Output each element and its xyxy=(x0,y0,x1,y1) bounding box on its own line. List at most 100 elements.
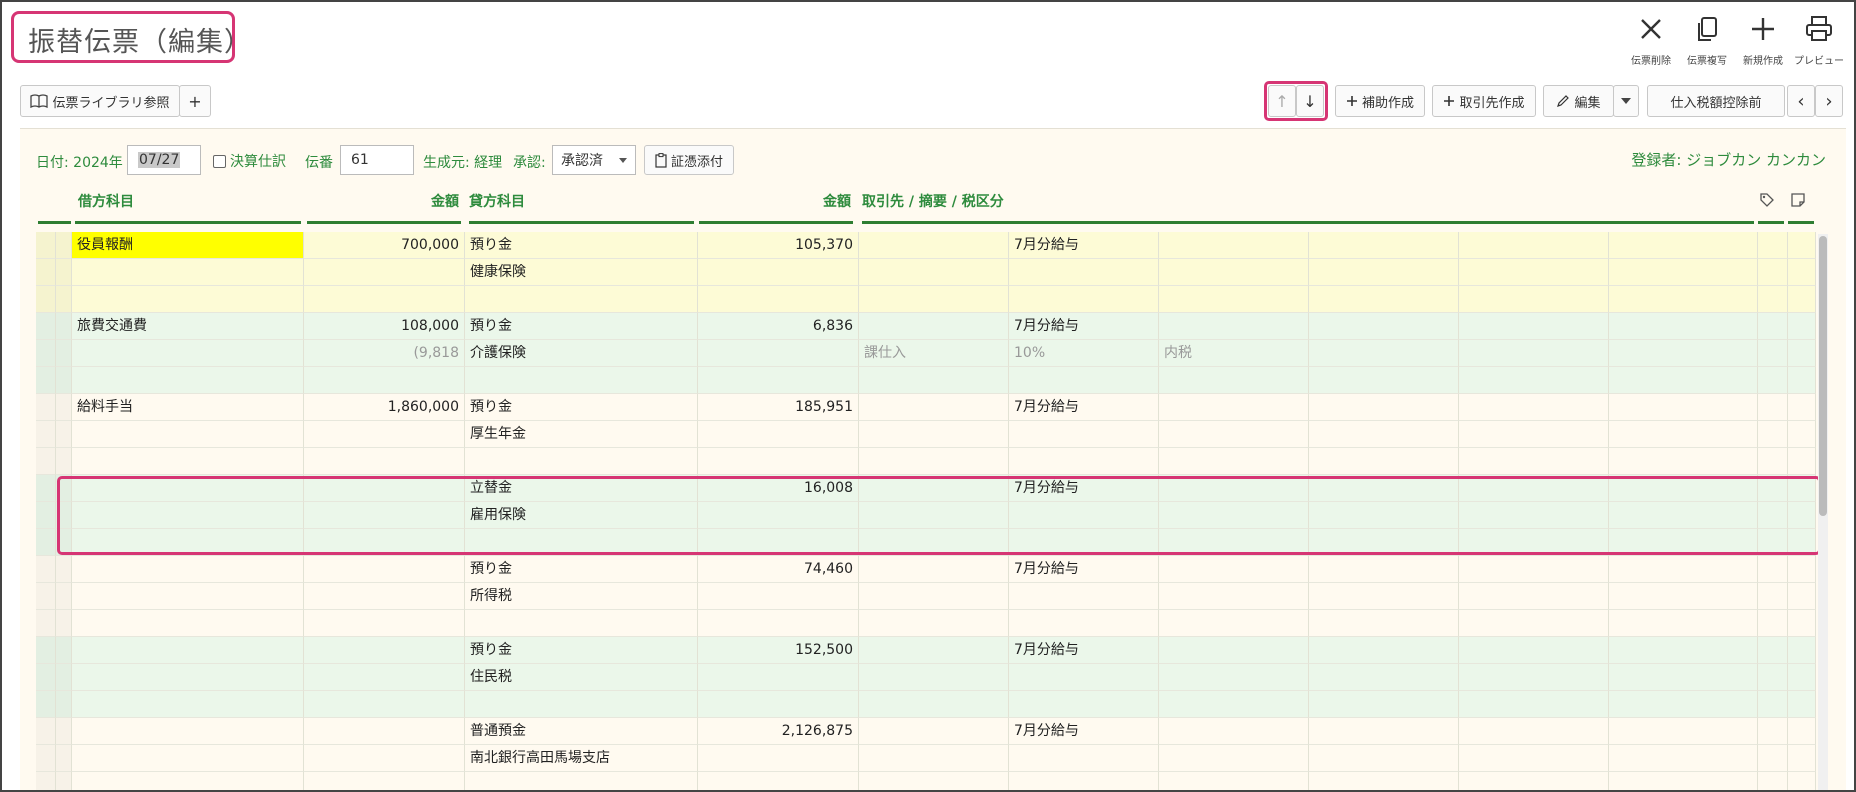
extra-cell-3[interactable] xyxy=(1609,556,1758,583)
tax-calc-cell[interactable] xyxy=(1159,637,1309,664)
extra-cell-3[interactable] xyxy=(1609,394,1758,421)
tax-calc-cell[interactable] xyxy=(1159,664,1309,691)
extra-cell-1[interactable] xyxy=(1309,610,1459,637)
debit-account-cell[interactable] xyxy=(72,556,304,583)
credit-account-cell[interactable]: 住民税 xyxy=(465,664,698,691)
credit-account-cell[interactable]: 普通預金 xyxy=(465,718,698,745)
debit-account-cell[interactable] xyxy=(72,745,304,772)
credit-amount-cell[interactable] xyxy=(698,610,859,637)
credit-amount-cell[interactable] xyxy=(698,745,859,772)
tax-calc-cell[interactable] xyxy=(1159,502,1309,529)
extra-cell-3[interactable] xyxy=(1609,610,1758,637)
approval-select[interactable]: 承認済 xyxy=(552,145,636,175)
extra-cell-1[interactable] xyxy=(1309,502,1459,529)
debit-account-cell[interactable]: 役員報酬 xyxy=(72,232,304,259)
credit-account-cell[interactable] xyxy=(465,529,698,556)
voucher-library-button[interactable]: 伝票ライブラリ参照 xyxy=(20,85,180,117)
extra-cell-3[interactable] xyxy=(1609,448,1758,475)
tax-calc-cell[interactable] xyxy=(1159,313,1309,340)
debit-amount-cell[interactable] xyxy=(304,772,465,790)
debit-amount-cell[interactable] xyxy=(304,745,465,772)
credit-amount-cell[interactable] xyxy=(698,421,859,448)
tax-calc-cell[interactable] xyxy=(1159,529,1309,556)
memo-cell[interactable] xyxy=(1009,529,1159,556)
partner-cell[interactable] xyxy=(859,610,1009,637)
partner-cell[interactable]: 課仕入 xyxy=(859,340,1009,367)
credit-amount-cell[interactable] xyxy=(698,367,859,394)
extra-cell-2[interactable] xyxy=(1459,502,1609,529)
credit-account-cell[interactable] xyxy=(465,772,698,790)
partner-cell[interactable] xyxy=(859,502,1009,529)
extra-cell-2[interactable] xyxy=(1459,745,1609,772)
edit-dropdown-button[interactable] xyxy=(1613,85,1639,117)
extra-cell-2[interactable] xyxy=(1459,475,1609,502)
tax-calc-cell[interactable]: 内税 xyxy=(1159,340,1309,367)
extra-cell-3[interactable] xyxy=(1609,718,1758,745)
credit-amount-cell[interactable]: 152,500 xyxy=(698,637,859,664)
debit-account-cell[interactable] xyxy=(72,286,304,313)
memo-cell[interactable]: 7月分給与 xyxy=(1009,637,1159,664)
debit-amount-cell[interactable] xyxy=(304,664,465,691)
extra-cell-3[interactable] xyxy=(1609,745,1758,772)
extra-cell-3[interactable] xyxy=(1609,340,1758,367)
memo-cell[interactable] xyxy=(1009,367,1159,394)
credit-account-cell[interactable]: 所得税 xyxy=(465,583,698,610)
credit-account-cell[interactable]: 立替金 xyxy=(465,475,698,502)
tax-calc-cell[interactable] xyxy=(1159,475,1309,502)
extra-cell-1[interactable] xyxy=(1309,421,1459,448)
partner-cell[interactable] xyxy=(859,556,1009,583)
tax-calc-cell[interactable] xyxy=(1159,259,1309,286)
extra-cell-3[interactable] xyxy=(1609,286,1758,313)
credit-amount-cell[interactable]: 185,951 xyxy=(698,394,859,421)
tax-calc-cell[interactable] xyxy=(1159,448,1309,475)
credit-amount-cell[interactable]: 74,460 xyxy=(698,556,859,583)
tax-calc-cell[interactable] xyxy=(1159,556,1309,583)
memo-cell[interactable]: 7月分給与 xyxy=(1009,556,1159,583)
credit-account-cell[interactable]: 雇用保険 xyxy=(465,502,698,529)
tax-calc-cell[interactable] xyxy=(1159,610,1309,637)
partner-create-button[interactable]: 取引先作成 xyxy=(1432,85,1536,117)
credit-account-cell[interactable]: 預り金 xyxy=(465,394,698,421)
credit-account-cell[interactable]: 健康保険 xyxy=(465,259,698,286)
edit-button[interactable]: 編集 xyxy=(1543,85,1614,117)
extra-cell-2[interactable] xyxy=(1459,313,1609,340)
extra-cell-1[interactable] xyxy=(1309,367,1459,394)
credit-account-cell[interactable]: 預り金 xyxy=(465,313,698,340)
memo-cell[interactable]: 7月分給与 xyxy=(1009,475,1159,502)
debit-account-cell[interactable] xyxy=(72,340,304,367)
debit-account-cell[interactable] xyxy=(72,475,304,502)
memo-cell[interactable] xyxy=(1009,502,1159,529)
memo-cell[interactable] xyxy=(1009,421,1159,448)
memo-cell[interactable]: 7月分給与 xyxy=(1009,313,1159,340)
debit-amount-cell[interactable] xyxy=(304,637,465,664)
extra-cell-1[interactable] xyxy=(1309,286,1459,313)
extra-cell-3[interactable] xyxy=(1609,421,1758,448)
debit-account-cell[interactable] xyxy=(72,691,304,718)
note-icon[interactable] xyxy=(1790,192,1806,212)
tax-deduction-button[interactable]: 仕入税額控除前 xyxy=(1647,85,1785,117)
partner-cell[interactable] xyxy=(859,745,1009,772)
credit-account-cell[interactable]: 厚生年金 xyxy=(465,421,698,448)
extra-cell-1[interactable] xyxy=(1309,718,1459,745)
credit-amount-cell[interactable]: 2,126,875 xyxy=(698,718,859,745)
memo-cell[interactable] xyxy=(1009,772,1159,790)
credit-amount-cell[interactable] xyxy=(698,583,859,610)
extra-cell-2[interactable] xyxy=(1459,691,1609,718)
settlement-checkbox[interactable]: 決算仕訳 xyxy=(213,151,286,171)
debit-account-cell[interactable] xyxy=(72,664,304,691)
checkbox-box[interactable] xyxy=(213,154,226,168)
tax-calc-cell[interactable] xyxy=(1159,232,1309,259)
credit-amount-cell[interactable] xyxy=(698,286,859,313)
extra-cell-1[interactable] xyxy=(1309,691,1459,718)
partner-cell[interactable] xyxy=(859,286,1009,313)
extra-cell-1[interactable] xyxy=(1309,448,1459,475)
tax-calc-cell[interactable] xyxy=(1159,718,1309,745)
date-input[interactable]: 07/27 xyxy=(127,145,201,175)
extra-cell-3[interactable] xyxy=(1609,529,1758,556)
debit-account-cell[interactable] xyxy=(72,367,304,394)
debit-amount-cell[interactable] xyxy=(304,502,465,529)
extra-cell-1[interactable] xyxy=(1309,637,1459,664)
extra-cell-3[interactable] xyxy=(1609,232,1758,259)
memo-cell[interactable]: 7月分給与 xyxy=(1009,232,1159,259)
new-voucher-button[interactable]: 新規作成 xyxy=(1738,14,1788,67)
